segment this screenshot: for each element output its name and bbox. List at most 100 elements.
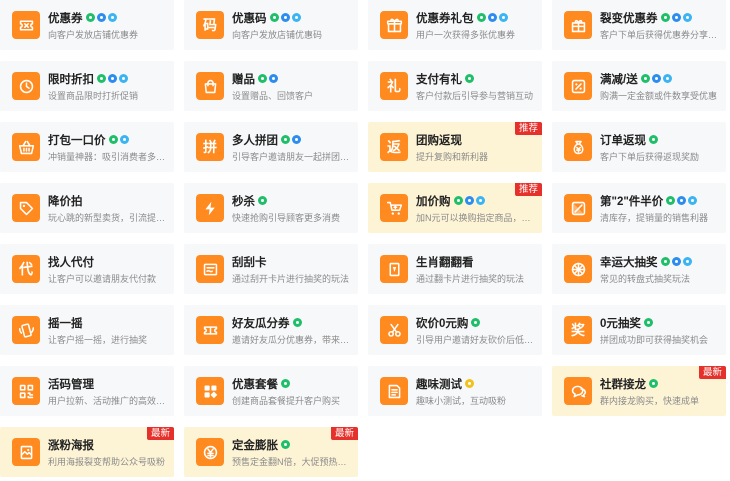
tool-description: 客户下单后获得优惠券分享…: [600, 29, 718, 40]
tool-text: 涨粉海报 利用海报裂变帮助公众号吸粉: [48, 437, 174, 468]
tool-card-22[interactable]: 好友瓜分券 邀请好友瓜分优惠券，带来…: [184, 305, 358, 355]
miniprogram-badge-icon: [651, 74, 661, 83]
app-badge-icon: [291, 13, 301, 22]
tool-title-row: 0元抽奖: [600, 315, 722, 331]
wechat-badge-icon: [640, 74, 650, 83]
tool-text: 幸运大抽奖 常见的转盘式抽奖玩法: [600, 254, 726, 285]
tool-description: 向客户发放店铺优惠码: [232, 29, 323, 40]
platform-badges: [281, 379, 292, 388]
tool-card-24[interactable]: 奖 0元抽奖 拼团成功即可获得抽奖机会: [552, 305, 726, 355]
tool-card-27[interactable]: 趣味测试 趣味小测试，互动吸粉: [368, 366, 542, 416]
tool-card-13[interactable]: 降价拍 玩心跳的新型卖货，引流提…: [0, 183, 174, 233]
tool-card-25[interactable]: 活码管理 用户拉新、活动推广的高效…: [0, 366, 174, 416]
tool-card-19[interactable]: 生肖翻翻看 通过翻卡片进行抽奖的玩法: [368, 244, 542, 294]
tool-text: 赠品 设置赠品、回馈客户: [232, 71, 358, 102]
icon-glyph: 礼: [387, 78, 401, 94]
tool-text: 0元抽奖 拼团成功即可获得抽奖机会: [600, 315, 726, 346]
tool-card-3[interactable]: 优惠券礼包 用户一次获得多张优惠券: [368, 0, 542, 50]
tool-card-9[interactable]: 打包一口价 冲销量神器：吸引消费者多…: [0, 122, 174, 172]
recommend-tag: 最新: [330, 427, 358, 440]
return-char-icon: 返: [380, 133, 408, 161]
tool-text: 打包一口价 冲销量神器：吸引消费者多…: [48, 132, 174, 163]
tool-card-1[interactable]: 优惠券 向客户发放店铺优惠券: [0, 0, 174, 50]
wechat-badge-icon: [649, 135, 658, 144]
tool-card-14[interactable]: 秒杀 快速抢购引导顾客更多消费: [184, 183, 358, 233]
tool-text: 生肖翻翻看 通过翻卡片进行抽奖的玩法: [416, 254, 542, 285]
tool-card-11[interactable]: 返 团购返现 提升复购和新利器 推荐: [368, 122, 542, 172]
platform-badges: [281, 135, 303, 144]
tool-card-2[interactable]: 码 优惠码 向客户发放店铺优惠码: [184, 0, 358, 50]
tool-card-30[interactable]: 定金膨胀 预售定金翻N倍，大促预热利器 最新: [184, 427, 358, 477]
tool-card-5[interactable]: 限时折扣 设置商品限时打折促销: [0, 61, 174, 111]
tool-text: 定金膨胀 预售定金翻N倍，大促预热利器: [232, 437, 358, 468]
tool-text: 裂变优惠券 客户下单后获得优惠券分享…: [600, 10, 726, 41]
app-badge-icon: [119, 74, 128, 83]
recommend-tag: 最新: [698, 366, 726, 379]
tool-card-29[interactable]: 涨粉海报 利用海报裂变帮助公众号吸粉 最新: [0, 427, 174, 477]
tool-title-row: 刮刮卡: [232, 254, 354, 270]
tool-title-row: 第"2"件半价: [600, 193, 722, 209]
bag-icon: [196, 72, 224, 100]
tool-text: 限时折扣 设置商品限时打折促销: [48, 71, 174, 102]
icon-glyph: 拼: [203, 139, 217, 155]
shake-phone-icon: [12, 316, 40, 344]
tool-card-26[interactable]: 优惠套餐 创建商品套餐提升客户购买: [184, 366, 358, 416]
tool-card-18[interactable]: 刮刮卡 通过刮开卡片进行抽奖的玩法: [184, 244, 358, 294]
tool-card-15[interactable]: 加价购 加N元可以换购指定商品，提… 推荐: [368, 183, 542, 233]
tool-card-17[interactable]: 代 找人代付 让客户可以邀请朋友代付款: [0, 244, 174, 294]
tool-title: 团购返现: [416, 134, 462, 147]
tool-text: 刮刮卡 通过刮开卡片进行抽奖的玩法: [232, 254, 358, 285]
wechat-badge-icon: [281, 440, 290, 449]
wechat-badge-icon: [453, 196, 463, 205]
tool-description: 用户拉新、活动推广的高效…: [48, 395, 166, 406]
tool-description: 引导用户邀请好友砍价后低…: [416, 334, 534, 345]
tool-title: 降价拍: [48, 195, 83, 208]
tool-card-23[interactable]: 砍价0元购 引导用户邀请好友砍价后低…: [368, 305, 542, 355]
tool-card-6[interactable]: 赠品 设置赠品、回馈客户: [184, 61, 358, 111]
miniprogram-badge-icon: [292, 135, 301, 144]
tool-card-21[interactable]: 摇一摇 让客户摇一摇，进行抽奖: [0, 305, 174, 355]
miniprogram-badge-icon: [487, 13, 497, 22]
tool-title: 优惠套餐: [232, 378, 278, 391]
tool-description: 冲销量神器：吸引消费者多…: [48, 151, 166, 162]
platform-badges: [643, 318, 655, 327]
platform-badges: [258, 196, 269, 205]
tool-title: 加价购: [416, 195, 451, 208]
tool-card-7[interactable]: 礼 支付有礼 客户付款后引导参与营销互动: [368, 61, 542, 111]
tool-description: 拼团成功即可获得抽奖机会: [600, 334, 709, 345]
tool-card-4[interactable]: 裂变优惠券 客户下单后获得优惠券分享…: [552, 0, 726, 50]
tool-description: 客户付款后引导参与营销互动: [416, 90, 534, 101]
tool-title-row: 摇一摇: [48, 315, 170, 331]
tool-description: 玩心跳的新型卖货，引流提…: [48, 212, 166, 223]
tool-title: 限时折扣: [48, 73, 94, 86]
tool-card-12[interactable]: 订单返现 客户下单后获得返现奖励: [552, 122, 726, 172]
app-badge-icon: [119, 135, 129, 144]
platform-badges: [476, 13, 510, 22]
cart-plus-icon: [380, 194, 408, 222]
percent-icon: [564, 72, 592, 100]
tool-title: 优惠券: [48, 12, 83, 25]
tool-title-row: 生肖翻翻看: [416, 254, 538, 270]
platform-badges: [640, 74, 674, 83]
recommend-tag: 推荐: [514, 183, 542, 196]
qr-code-icon: [12, 377, 40, 405]
wechat-badge-icon: [666, 196, 676, 205]
miniprogram-badge-icon: [671, 13, 681, 22]
tool-title-row: 打包一口价: [48, 132, 170, 148]
tool-title: 涨粉海报: [48, 439, 94, 452]
tool-title-row: 趣味测试: [416, 376, 538, 392]
gift-box-icon: [564, 11, 592, 39]
prize-char-icon: 奖: [564, 316, 592, 344]
tool-description: 邀请好友瓜分优惠券，带来…: [232, 334, 350, 345]
tool-card-20[interactable]: 幸运大抽奖 常见的转盘式抽奖玩法: [552, 244, 726, 294]
tool-card-10[interactable]: 拼 多人拼团 引导客户邀请朋友一起拼团…: [184, 122, 358, 172]
tool-title: 生肖翻翻看: [416, 256, 474, 269]
poster-icon: [12, 438, 40, 466]
app-badge-icon: [682, 13, 692, 22]
recommend-tag: 推荐: [514, 122, 542, 135]
tool-card-28[interactable]: 社群接龙 群内接龙购买，快速成单 最新: [552, 366, 726, 416]
tool-card-16[interactable]: 第"2"件半价 清库存，提销量的销售利器: [552, 183, 726, 233]
platform-badges: [649, 379, 660, 388]
tool-card-8[interactable]: 满减/送 购满一定金额或件数享受优惠: [552, 61, 726, 111]
price-tag-icon: [12, 194, 40, 222]
